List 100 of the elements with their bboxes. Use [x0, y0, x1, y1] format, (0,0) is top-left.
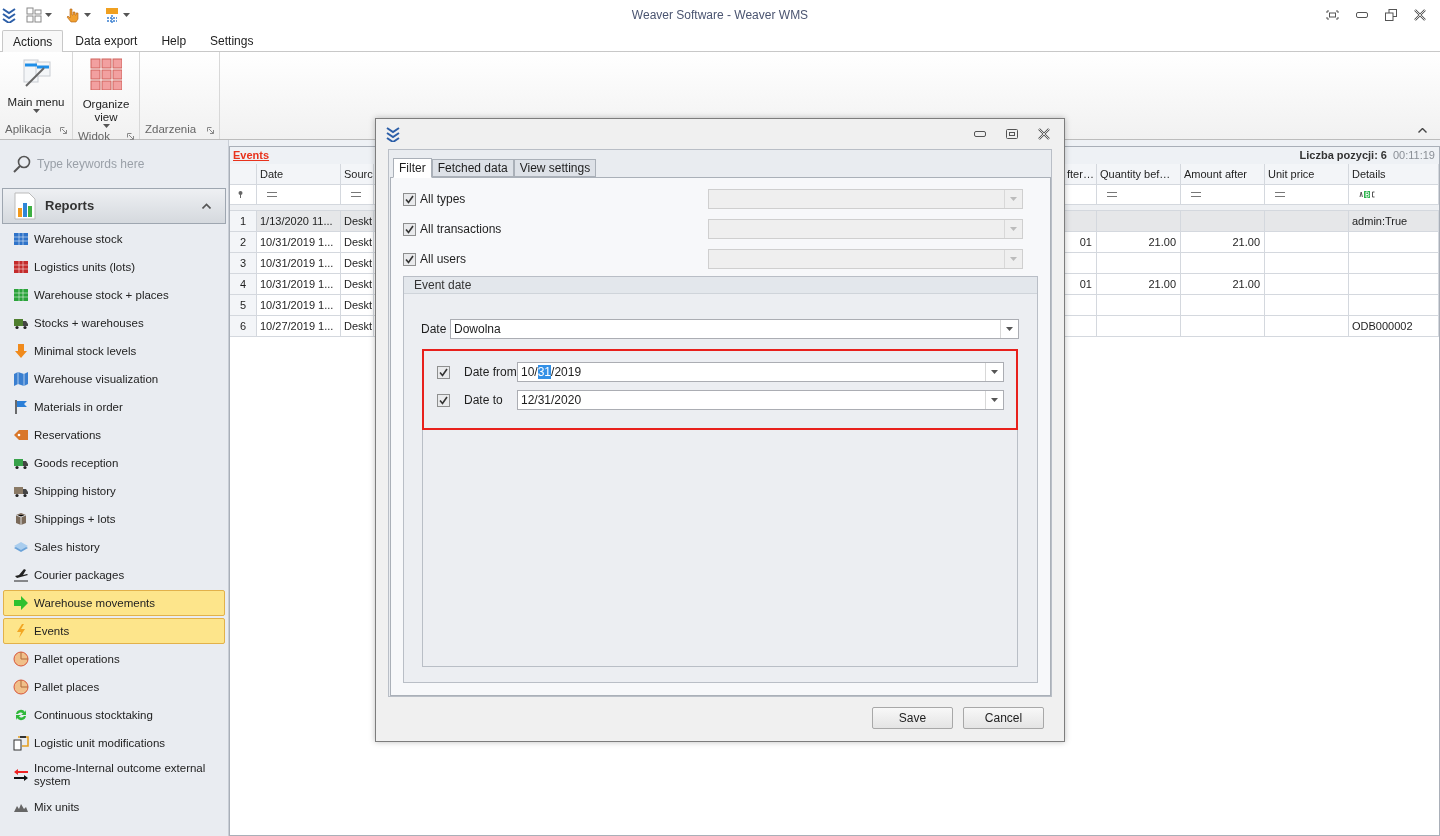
sidebar-item[interactable]: Pallet operations — [3, 646, 225, 672]
dropdown-arrow-icon — [1010, 197, 1017, 201]
ribbon-tab[interactable]: Data export — [63, 30, 150, 51]
sidebar-item[interactable]: Courier packages — [3, 562, 225, 588]
abc-button[interactable] — [104, 7, 130, 23]
group-label: Aplikacja — [5, 122, 52, 138]
abc-filter-icon[interactable] — [1359, 191, 1375, 198]
collapse-ribbon-icon[interactable] — [1418, 128, 1427, 133]
section-header[interactable]: Reports — [2, 188, 226, 224]
sidebar-item[interactable]: Continuous stocktaking — [3, 702, 225, 728]
column-header[interactable]: fter… — [1064, 164, 1097, 185]
group-title: Event date — [414, 277, 472, 294]
checkbox[interactable] — [403, 252, 416, 266]
sidebar-item[interactable]: Materials in order — [3, 394, 225, 420]
checkbox-label[interactable]: Date from — [464, 363, 517, 381]
close-icon[interactable] — [1038, 128, 1050, 140]
dialog-launcher-icon[interactable] — [127, 133, 134, 141]
table-cell: 10/27/2019 1... — [257, 316, 341, 337]
table-cell: ODB000002 — [1349, 316, 1439, 337]
sidebar-item[interactable]: Logistics units (lots) — [3, 254, 225, 280]
frame-icon — [13, 735, 29, 751]
elapsed-time: 00:11:19 — [1393, 148, 1435, 164]
box-icon — [13, 511, 29, 527]
group-label: Zdarzenia — [145, 122, 197, 138]
equals-icon[interactable] — [1191, 192, 1201, 197]
sidebar-item[interactable]: Warehouse visualization — [3, 366, 225, 392]
column-header[interactable]: Details — [1349, 164, 1439, 185]
dialog-button[interactable]: Cancel — [963, 707, 1044, 729]
column-header[interactable]: Sourc — [341, 164, 374, 185]
search-field[interactable]: Type keywords here — [37, 155, 217, 173]
dialog-button[interactable]: Save — [872, 707, 953, 729]
panel-title[interactable]: Events — [233, 147, 270, 164]
date-field[interactable]: 12/31/2020 — [517, 390, 1004, 410]
close-icon[interactable] — [1414, 9, 1426, 21]
sidebar-item[interactable]: Pallet places — [3, 674, 225, 700]
dropdown-field[interactable]: Dowolna — [450, 318, 1019, 339]
checkbox-label[interactable]: All transactions — [420, 220, 502, 238]
equals-icon[interactable] — [1107, 192, 1117, 197]
hand-button[interactable] — [65, 7, 91, 23]
dialog-tab[interactable]: Filter — [393, 158, 432, 178]
screen-capture-icon[interactable] — [1326, 10, 1339, 20]
checkbox-label[interactable]: All users — [420, 250, 466, 268]
minimize-icon[interactable] — [1356, 12, 1368, 18]
grid-icon — [90, 58, 122, 90]
sidebar-item[interactable]: Logistic unit modifications — [3, 730, 225, 756]
column-header[interactable]: Date — [257, 164, 341, 185]
section-title: Reports — [45, 197, 96, 216]
checkbox[interactable] — [437, 365, 450, 379]
app-logo-icon[interactable] — [386, 126, 400, 142]
equals-icon[interactable] — [267, 192, 277, 197]
sidebar-item[interactable]: Shipping history — [3, 478, 225, 504]
column-header[interactable]: Amount after — [1181, 164, 1265, 185]
dialog-tab[interactable]: View settings — [513, 159, 597, 177]
dialog-tab[interactable]: Fetched data — [431, 159, 514, 177]
field-label: Date — [421, 320, 448, 338]
pie-icon — [13, 651, 29, 667]
checkbox-label[interactable]: All types — [420, 190, 466, 208]
maximize-icon[interactable] — [1006, 129, 1018, 139]
window-title: Weaver Software - Weaver WMS — [631, 7, 809, 24]
dialog-launcher-icon[interactable] — [60, 126, 67, 134]
row-number: 2 — [230, 232, 257, 253]
sidebar-item[interactable]: Events — [3, 618, 225, 644]
ribbon-button[interactable]: Main menu — [6, 58, 66, 121]
flag-icon — [13, 399, 29, 415]
ribbon-tab[interactable]: Help — [149, 30, 199, 51]
sidebar-item[interactable]: Goods reception — [3, 450, 225, 476]
checkbox[interactable] — [403, 222, 416, 236]
sidebar-item[interactable]: Income-Internal outcome external system — [3, 758, 225, 792]
restore-icon[interactable] — [1385, 9, 1397, 21]
map-icon — [13, 371, 29, 387]
grid-icon — [13, 259, 29, 275]
pin-icon[interactable] — [238, 191, 243, 198]
dialog-launcher-icon[interactable] — [207, 126, 214, 134]
sidebar-item[interactable]: Shippings + lots — [3, 506, 225, 532]
sidebar-item[interactable]: Mix units — [3, 794, 225, 820]
plane-icon — [13, 567, 29, 583]
app-logo-icon[interactable] — [2, 7, 16, 23]
ribbon-button[interactable]: Organize view — [76, 58, 136, 128]
sidebar-item[interactable]: Minimal stock levels — [3, 338, 225, 364]
checkbox-label[interactable]: Date to — [464, 391, 517, 409]
sidebar-item[interactable]: Warehouse stock + places — [3, 282, 225, 308]
equals-icon[interactable] — [1275, 192, 1285, 197]
sidebar-item[interactable]: Warehouse movements — [3, 590, 225, 616]
caret-icon — [123, 13, 130, 17]
dropdown-arrow-icon — [991, 370, 998, 374]
sidebar-item[interactable]: Stocks + warehouses — [3, 310, 225, 336]
column-header[interactable]: Unit price — [1265, 164, 1349, 185]
sidebar-item[interactable]: Sales history — [3, 534, 225, 560]
equals-icon[interactable] — [351, 192, 361, 197]
column-header[interactable]: Quantity bef… — [1097, 164, 1181, 185]
sidebar-item[interactable]: Reservations — [3, 422, 225, 448]
ribbon-tab[interactable]: Actions — [2, 30, 64, 52]
checkbox[interactable] — [403, 192, 416, 206]
hand-icon — [65, 7, 81, 23]
search-icon — [13, 155, 31, 173]
minimize-icon[interactable] — [974, 131, 986, 137]
sidebar-item[interactable]: Warehouse stock — [3, 226, 225, 252]
checkbox[interactable] — [437, 393, 450, 407]
ribbon-tab[interactable]: Settings — [198, 30, 266, 51]
layout-button[interactable] — [26, 7, 52, 23]
